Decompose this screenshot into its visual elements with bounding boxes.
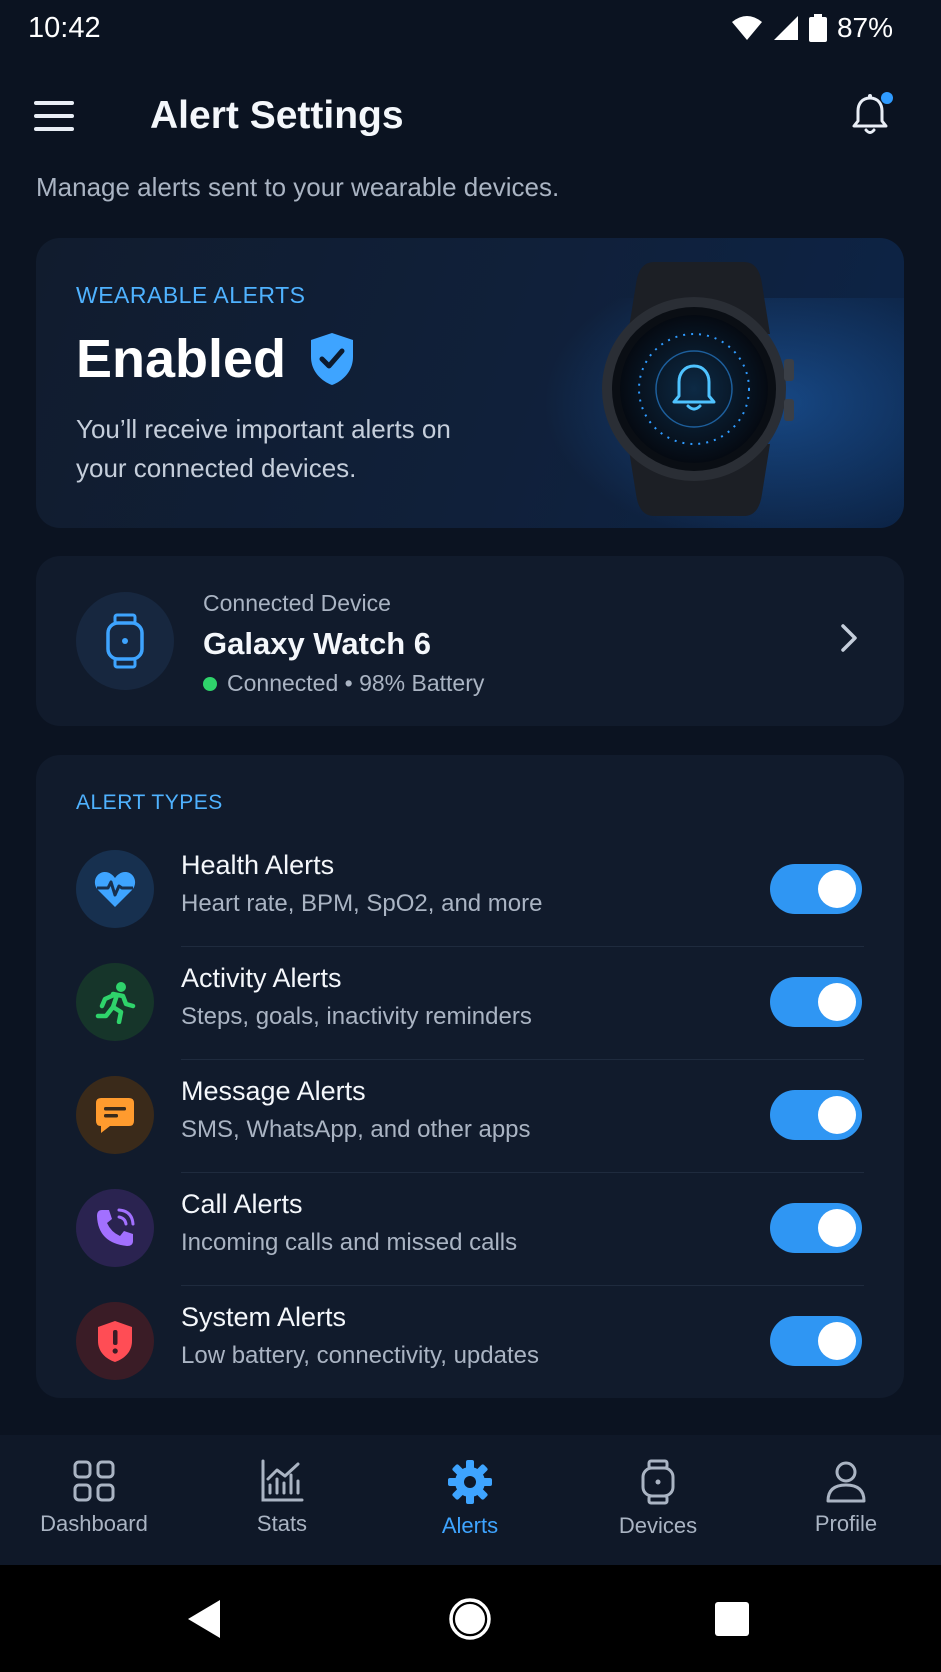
watch-icon	[76, 592, 174, 690]
nav-item-dashboard[interactable]: Dashboard	[0, 1435, 188, 1565]
alert-types-label: ALERT TYPES	[76, 791, 223, 814]
chevron-right-icon[interactable]	[834, 618, 864, 658]
alert-desc: Steps, goals, inactivity reminders	[181, 1003, 532, 1030]
nav-item-devices[interactable]: Devices	[564, 1435, 752, 1565]
nav-item-alerts[interactable]: Alerts	[376, 1435, 564, 1565]
alert-types-card: ALERT TYPES Health Alerts Heart rate, BP…	[36, 755, 904, 1398]
alert-desc: Heart rate, BPM, SpO2, and more	[181, 890, 543, 917]
grid-icon	[73, 1460, 115, 1502]
status-bar: 10:42 87%	[0, 0, 941, 58]
alert-title: Activity Alerts	[181, 963, 342, 993]
activity-alerts-toggle[interactable]	[770, 977, 862, 1027]
running-icon	[76, 963, 154, 1041]
hero-label: WEARABLE ALERTS	[76, 282, 306, 308]
alert-row-health: Health Alerts Heart rate, BPM, SpO2, and…	[36, 834, 904, 947]
back-icon[interactable]	[174, 1593, 234, 1645]
smartwatch-illustration	[602, 262, 794, 516]
nav-label: Alerts	[441, 1513, 499, 1538]
battery-percent: 87%	[836, 12, 893, 43]
nav-label: Profile	[814, 1511, 878, 1536]
device-caption: Connected Device	[203, 590, 391, 616]
notification-dot	[881, 92, 893, 104]
notification-bell-icon[interactable]	[845, 90, 895, 140]
nav-label: Stats	[256, 1511, 308, 1536]
gear-icon	[448, 1460, 492, 1504]
hero-description: You’ll receive important alerts on your …	[76, 414, 451, 483]
nav-label: Devices	[618, 1513, 698, 1538]
alert-desc: Incoming calls and missed calls	[181, 1229, 518, 1256]
signal-icon	[773, 16, 798, 40]
battery-icon	[808, 14, 827, 42]
home-icon[interactable]	[440, 1593, 500, 1645]
alert-desc: SMS, WhatsApp, and other apps	[181, 1116, 531, 1143]
watch-icon	[641, 1459, 675, 1505]
alert-title: Message Alerts	[181, 1076, 366, 1106]
alert-title: System Alerts	[181, 1302, 347, 1332]
shield-alert-icon	[76, 1302, 154, 1380]
menu-icon[interactable]	[34, 94, 90, 138]
alert-desc: Low battery, connectivity, updates	[181, 1342, 539, 1369]
hero-status: Enabled	[76, 328, 356, 390]
verified-shield-icon	[311, 333, 354, 385]
call-alerts-toggle[interactable]	[770, 1203, 862, 1253]
system-alerts-toggle[interactable]	[770, 1316, 862, 1366]
status-icons: 87%	[731, 12, 893, 44]
wifi-icon	[731, 16, 762, 40]
wearable-alerts-card: WEARABLE ALERTS Enabled You’ll receive i…	[36, 238, 904, 528]
person-icon	[826, 1461, 866, 1503]
connected-device-card[interactable]: Connected Device Galaxy Watch 6 Connecte…	[36, 556, 904, 726]
hero-status-text: Enabled	[76, 329, 287, 389]
nav-label: Dashboard	[40, 1511, 148, 1536]
recents-icon[interactable]	[702, 1593, 762, 1645]
health-alerts-toggle[interactable]	[770, 864, 862, 914]
system-nav-bar	[0, 1565, 941, 1672]
phone-icon	[76, 1189, 154, 1267]
alert-row-call: Call Alerts Incoming calls and missed ca…	[36, 1173, 904, 1286]
app-bar: Alert Settings	[0, 80, 941, 152]
nav-item-stats[interactable]: Stats	[188, 1435, 376, 1565]
alert-row-system: System Alerts Low battery, connectivity,…	[36, 1286, 904, 1399]
connected-dot	[203, 676, 217, 691]
bottom-nav: Dashboard Stats Alerts Devices Profile	[0, 1435, 941, 1565]
device-name: Galaxy Watch 6	[203, 626, 432, 661]
page-title: Alert Settings	[150, 94, 404, 137]
alert-title: Call Alerts	[181, 1189, 303, 1219]
alert-row-message: Message Alerts SMS, WhatsApp, and other …	[36, 1060, 904, 1173]
alert-title: Health Alerts	[181, 850, 335, 880]
device-status: Connected • 98% Battery	[203, 670, 484, 697]
device-status-text: Connected • 98% Battery	[227, 670, 485, 696]
alert-row-activity: Activity Alerts Steps, goals, inactivity…	[36, 947, 904, 1060]
chart-icon	[261, 1459, 304, 1502]
nav-item-profile[interactable]: Profile	[752, 1435, 940, 1565]
heart-icon	[76, 850, 154, 928]
message-icon	[76, 1076, 154, 1154]
page-subtitle: Manage alerts sent to your wearable devi…	[36, 172, 560, 202]
status-time: 10:42	[28, 12, 101, 44]
message-alerts-toggle[interactable]	[770, 1090, 862, 1140]
